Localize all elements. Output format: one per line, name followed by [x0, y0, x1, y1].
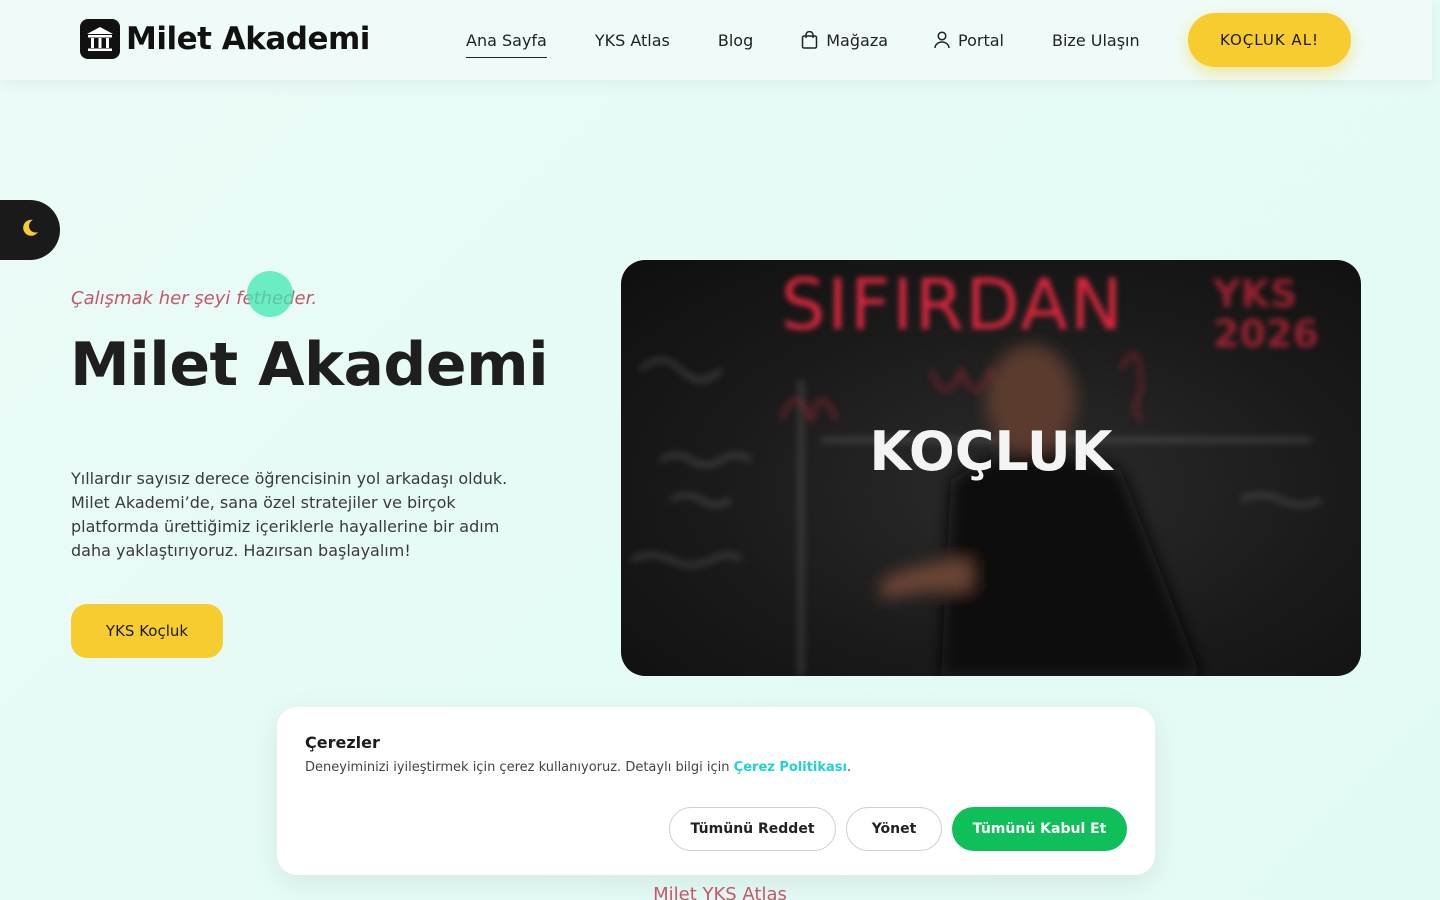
site-header: Milet Akademi Ana Sayfa YKS Atlas Blog M… [0, 0, 1432, 80]
nav-item-label: Portal [958, 30, 1004, 50]
accept-all-button[interactable]: Tümünü Kabul Et [952, 807, 1127, 851]
hero-title: Milet Akademi [70, 330, 549, 400]
cookie-policy-link[interactable]: Çerez Politikası [734, 760, 847, 775]
cursor-highlight [247, 271, 293, 317]
nav-item-label: Blog [717, 30, 754, 50]
cookie-title: Çerezler [305, 733, 380, 752]
hero-description: Yıllardır sayısız derece öğrencisinin yo… [71, 469, 508, 560]
reject-all-button[interactable]: Tümünü Reddet [669, 807, 836, 851]
moon-icon [20, 218, 40, 242]
theme-toggle[interactable] [0, 200, 60, 260]
pillars-logo-icon [80, 19, 120, 59]
nav-item-label: Ana Sayfa [466, 30, 547, 50]
manage-cookies-button[interactable]: Yönet [846, 807, 942, 851]
nav-item-ana-sayfa[interactable]: Ana Sayfa [466, 0, 547, 80]
nav-item-magaza[interactable]: Mağaza [801, 0, 888, 80]
cookie-text-body: Deneyiminizi iyileştirmek için çerez kul… [305, 760, 730, 775]
cookie-banner: Çerezler Deneyiminizi iyileştirmek için … [277, 707, 1155, 875]
board-heading: SIFIRDAN [781, 264, 1125, 346]
cookie-text: Deneyiminizi iyileştirmek için çerez kul… [305, 760, 851, 775]
nav-item-blog[interactable]: Blog [718, 0, 753, 80]
section-title-yks-atlas: Milet YKS Atlas [653, 884, 787, 900]
nav-item-label: YKS Atlas [594, 30, 670, 50]
main-nav: Ana Sayfa YKS Atlas Blog Mağaza Portal B… [466, 0, 1140, 80]
site-logo[interactable]: Milet Akademi [80, 19, 370, 59]
cookie-text-end: . [847, 760, 852, 775]
coaching-cta-button[interactable]: KOÇLUK AL! [1188, 13, 1351, 67]
nav-item-label: Mağaza [826, 30, 889, 50]
video-title: KOÇLUK [869, 420, 1113, 483]
nav-item-portal[interactable]: Portal [934, 0, 1004, 80]
nav-item-yks-atlas[interactable]: YKS Atlas [595, 0, 670, 80]
coaching-video-card[interactable]: SIFIRDAN YKS 2026 KOÇLUK [621, 260, 1361, 676]
user-icon [934, 31, 950, 49]
yks-coaching-button[interactable]: YKS Koçluk [71, 604, 223, 658]
nav-item-bize-ulasin[interactable]: Bize Ulaşın [1052, 0, 1140, 80]
board-year: YKS 2026 [1213, 272, 1319, 356]
nav-item-label: Bize Ulaşın [1052, 30, 1140, 50]
brand-name: Milet Akademi [126, 21, 370, 57]
shopping-bag-icon [801, 31, 818, 49]
